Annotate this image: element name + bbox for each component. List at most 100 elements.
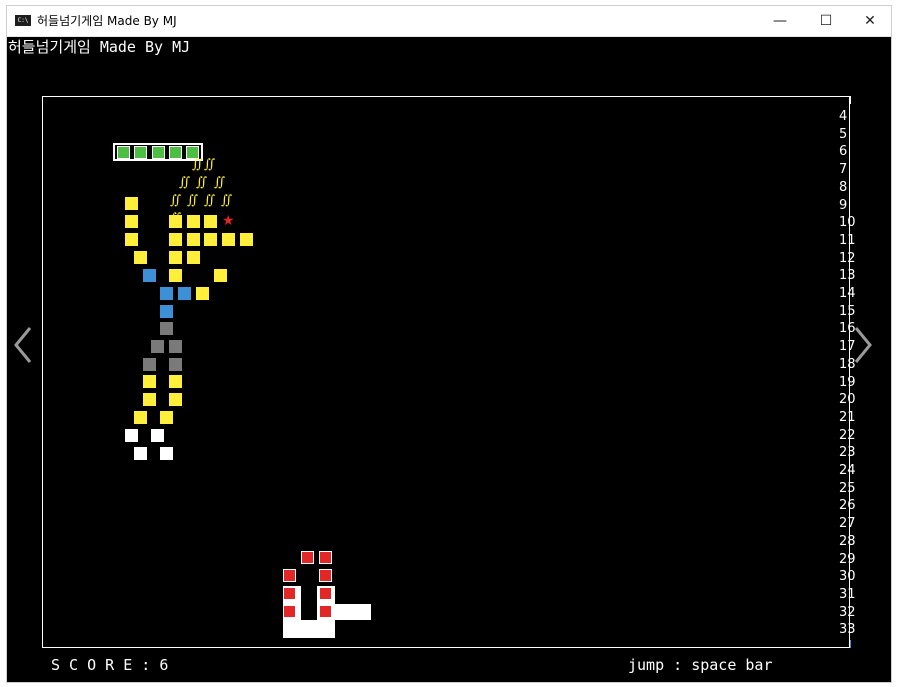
row-number: 30: [839, 569, 856, 585]
arm-block: [178, 287, 191, 300]
star-icon: ★: [222, 213, 235, 229]
row-number: 9: [839, 197, 848, 213]
row-number: 32: [839, 604, 856, 620]
hair-glyph: ∬: [221, 193, 233, 208]
row-number: 10: [839, 215, 856, 231]
hair-glyph: ∬: [179, 175, 191, 190]
leg-block: [169, 340, 182, 353]
leg-block: [151, 340, 164, 353]
hurdle-gap: [301, 568, 317, 620]
row-number: 31: [839, 586, 856, 602]
row-number: 13: [839, 268, 856, 284]
minimize-button[interactable]: —: [758, 6, 802, 36]
row-number: 4: [839, 109, 848, 124]
body-block: [240, 233, 253, 246]
body-block: [196, 287, 209, 300]
leg-block: [169, 358, 182, 371]
body-block: [169, 375, 182, 388]
row-number: 6: [839, 144, 848, 160]
shoe-block: [151, 429, 164, 442]
hurdle-block: [283, 587, 296, 600]
row-number: 14: [839, 286, 856, 301]
row-number: 25: [839, 480, 856, 496]
row-number: 20: [839, 392, 856, 408]
row-number: 19: [839, 374, 856, 390]
hurdle-block: [301, 551, 314, 564]
hair-glyph: ∬: [214, 175, 226, 190]
body-block: [125, 233, 138, 246]
hat-block: [152, 146, 165, 159]
row-number: 27: [839, 516, 856, 532]
row-number: 28: [839, 533, 856, 549]
row-number: 8: [839, 179, 848, 195]
body-block: [143, 393, 156, 406]
body-block: [187, 233, 200, 246]
field-tick-bottom: [850, 640, 851, 648]
hair-glyph: ∬: [170, 211, 182, 226]
hurdle-block: [283, 605, 296, 618]
hurdle-block: [319, 551, 332, 564]
row-number: 12: [839, 250, 856, 266]
hat-block: [134, 146, 147, 159]
chevron-right-icon[interactable]: [848, 320, 878, 370]
row-number: 26: [839, 498, 856, 514]
hair-glyph: ∬: [204, 193, 216, 208]
hurdle-block: [319, 605, 332, 618]
body-block: [187, 215, 200, 228]
window-title: 허들넘기게임 Made By MJ: [37, 14, 177, 28]
hurdle-block: [319, 587, 332, 600]
arm-block: [143, 269, 156, 282]
hair-glyph: ∬: [170, 193, 182, 208]
hat-block: [117, 146, 130, 159]
body-block: [204, 215, 217, 228]
body-block: [134, 411, 147, 424]
console-window: C:\ 허들넘기게임 Made By MJ — ☐ ✕ 허들넘기게임 Made …: [6, 5, 892, 683]
hair-glyph: ∬: [192, 157, 204, 172]
score-display: S C O R E : 6: [51, 656, 169, 674]
row-number: 22: [839, 427, 856, 443]
body-block: [222, 233, 235, 246]
row-number: 29: [839, 551, 856, 567]
body-block: [125, 215, 138, 228]
console-title-text: 허들넘기게임 Made By MJ: [8, 38, 191, 56]
shoe-block: [134, 447, 147, 460]
hurdle-foot: [335, 604, 371, 620]
game-field-border: [42, 96, 850, 648]
close-button[interactable]: ✕: [848, 6, 891, 36]
body-block: [160, 411, 173, 424]
body-block: [134, 251, 147, 264]
row-number: 15: [839, 303, 856, 319]
body-block: [169, 233, 182, 246]
leg-block: [143, 358, 156, 371]
leg-block: [160, 322, 173, 335]
hair-glyph: ∬: [196, 175, 208, 190]
body-block: [125, 197, 138, 210]
body-block: [187, 251, 200, 264]
body-block: [169, 393, 182, 406]
console-app-icon: C:\: [15, 15, 31, 26]
hurdle-block: [319, 569, 332, 582]
jump-help-text: jump : space bar: [628, 656, 773, 674]
chevron-left-icon[interactable]: [8, 320, 38, 370]
row-number: 33: [839, 622, 856, 638]
hat-block: [169, 146, 182, 159]
field-tick-top: [850, 96, 851, 104]
row-number: 5: [839, 126, 848, 142]
hair-glyph: ∬: [187, 193, 199, 208]
body-block: [169, 269, 182, 282]
maximize-button[interactable]: ☐: [804, 6, 848, 36]
row-number: 11: [839, 232, 856, 248]
title-bar[interactable]: C:\ 허들넘기게임 Made By MJ — ☐ ✕: [7, 6, 891, 37]
shoe-block: [125, 429, 138, 442]
row-number: 7: [839, 162, 848, 178]
row-number: 24: [839, 463, 856, 478]
row-number: 23: [839, 445, 856, 461]
body-block: [143, 375, 156, 388]
arm-block: [160, 287, 173, 300]
body-block: [169, 251, 182, 264]
hurdle-block: [283, 569, 296, 582]
hair-glyph: ∬: [204, 157, 216, 172]
body-block: [204, 233, 217, 246]
shoe-block: [160, 447, 173, 460]
body-block: [214, 269, 227, 282]
